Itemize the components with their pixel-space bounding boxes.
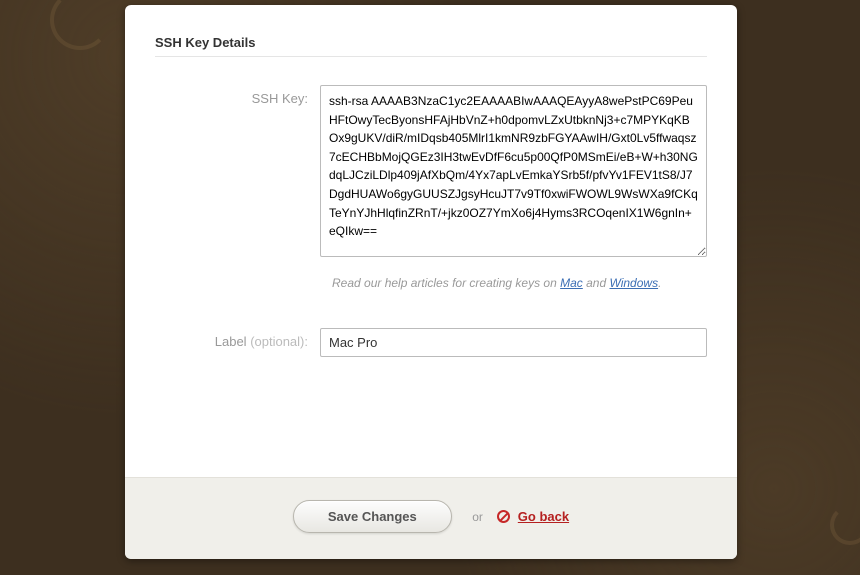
help-mid: and <box>583 276 610 290</box>
save-button[interactable]: Save Changes <box>293 500 452 533</box>
help-suffix: . <box>658 276 661 290</box>
label-label: Label (optional): <box>155 328 320 349</box>
label-input[interactable] <box>320 328 707 357</box>
ssh-key-row: SSH Key: <box>155 85 707 262</box>
go-back-link[interactable]: Go back <box>518 509 569 524</box>
label-optional: (optional): <box>250 334 308 349</box>
ssh-key-field-wrap <box>320 85 707 262</box>
or-text: or <box>472 510 483 524</box>
help-link-windows[interactable]: Windows <box>610 276 659 290</box>
help-link-mac[interactable]: Mac <box>560 276 583 290</box>
section-title: SSH Key Details <box>155 35 707 57</box>
prohibited-icon <box>497 510 510 523</box>
label-row: Label (optional): <box>155 328 707 357</box>
ssh-key-textarea[interactable] <box>320 85 707 257</box>
ssh-key-label: SSH Key: <box>155 85 320 106</box>
label-label-text: Label <box>215 334 247 349</box>
help-prefix: Read our help articles for creating keys… <box>332 276 560 290</box>
panel-footer: Save Changes or Go back <box>125 477 737 559</box>
label-field-wrap <box>320 328 707 357</box>
ssh-key-panel: SSH Key Details SSH Key: Read our help a… <box>125 5 737 559</box>
help-text: Read our help articles for creating keys… <box>332 276 707 290</box>
panel-body: SSH Key Details SSH Key: Read our help a… <box>125 5 737 477</box>
